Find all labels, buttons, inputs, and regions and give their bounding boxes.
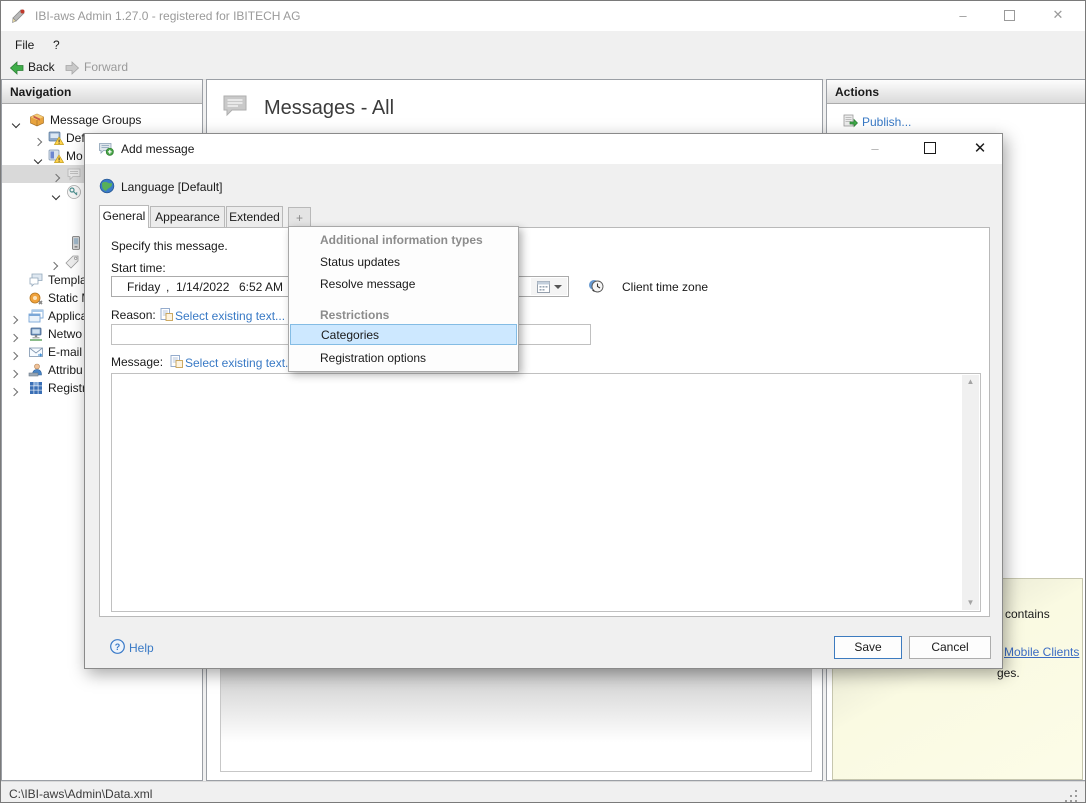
message-textarea[interactable]: ▲ ▼ (111, 373, 981, 612)
reason-label: Reason: (111, 308, 156, 322)
client-time-zone-icon (588, 278, 604, 294)
app-logo-icon (11, 8, 27, 24)
menu-file[interactable]: File (9, 36, 40, 54)
resize-grip[interactable] (1065, 790, 1079, 802)
grid-icon (28, 380, 44, 396)
menu-section-header: Restrictions (320, 308, 389, 322)
windows-icon (28, 308, 44, 324)
select-text-icon (169, 354, 185, 370)
menu-item-status-updates[interactable]: Status updates (320, 255, 400, 269)
publish-icon (842, 113, 858, 129)
dialog-maximize-button[interactable] (913, 135, 947, 161)
tab-general[interactable]: General (99, 205, 149, 228)
menu-help[interactable]: ? (47, 36, 66, 54)
calendar-dropdown-button[interactable] (531, 278, 567, 295)
chevron-right-icon[interactable] (53, 170, 59, 184)
window-titlebar[interactable]: IBI-aws Admin 1.27.0 - registered for IB… (1, 1, 1085, 32)
scroll-down-icon[interactable]: ▼ (967, 596, 975, 610)
message-bubble-icon (66, 166, 82, 182)
toolbar: Back Forward (1, 57, 1085, 80)
person-icon (28, 362, 44, 378)
select-text-icon (159, 307, 175, 323)
start-time-label: Start time: (111, 261, 166, 275)
chevron-right-icon[interactable] (11, 366, 17, 380)
cancel-button[interactable]: Cancel (909, 636, 991, 659)
messages-bubble-icon (221, 92, 249, 120)
templates-icon (28, 272, 44, 288)
client-time-zone-label: Client time zone (622, 280, 708, 294)
instruction-text: Specify this message. (111, 239, 228, 253)
gear-icon (28, 290, 44, 306)
textarea-scrollbar[interactable]: ▲ ▼ (962, 375, 979, 610)
language-globe-icon (99, 178, 115, 194)
note-text-fragment: contains (1005, 607, 1050, 621)
preview-box (220, 668, 812, 772)
chevron-right-icon[interactable] (51, 258, 57, 272)
chevron-right-icon[interactable] (35, 134, 41, 148)
package-icon (29, 112, 45, 128)
chevron-down-icon[interactable] (13, 116, 19, 130)
chevron-right-icon[interactable] (11, 330, 17, 344)
message-label: Message: (111, 355, 163, 369)
tag-icon (64, 254, 80, 270)
dialog-minimize-button[interactable]: – (858, 135, 892, 161)
key-icon (66, 184, 82, 200)
phone-icon (68, 235, 84, 251)
reason-select-existing-link[interactable]: Select existing text... (175, 309, 285, 323)
chevron-right-icon[interactable] (11, 348, 17, 362)
add-message-dialog: Add message – ✕ Language [Default] Gener… (84, 133, 1003, 669)
dialog-title: Add message (121, 142, 194, 156)
chevron-right-icon[interactable] (11, 384, 17, 398)
save-button[interactable]: Save (834, 636, 902, 659)
language-label: Language [Default] (121, 180, 222, 194)
back-button[interactable]: Back (28, 60, 55, 74)
chevron-right-icon[interactable] (11, 312, 17, 326)
publish-link[interactable]: Publish... (862, 115, 911, 129)
help-icon: ? (110, 639, 125, 654)
scroll-up-icon[interactable]: ▲ (967, 375, 975, 389)
app-window: IBI-aws Admin 1.27.0 - registered for IB… (0, 0, 1086, 803)
add-tab-button[interactable]: + (288, 207, 311, 227)
dialog-titlebar[interactable]: Add message – ✕ (85, 134, 1002, 164)
menu-item-categories[interactable]: Categories (290, 324, 517, 345)
svg-text:?: ? (115, 642, 121, 652)
help-link[interactable]: Help (129, 641, 154, 655)
status-path: C:\IBI-aws\Admin\Data.xml (9, 787, 152, 801)
dropdown-arrow-icon (554, 285, 562, 289)
window-minimize-button[interactable]: – (946, 2, 980, 28)
back-arrow-icon (9, 60, 25, 76)
start-date-field[interactable]: Friday , 1/14/2022 6:52 AM (111, 276, 303, 297)
menu-item-registration-options[interactable]: Registration options (320, 351, 426, 365)
actions-header: Actions (827, 80, 1086, 104)
chevron-down-icon[interactable] (53, 188, 59, 202)
add-tab-popup-menu: Additional information types Status upda… (288, 226, 519, 372)
envelope-icon (28, 344, 44, 360)
group-warning2-icon (48, 148, 64, 164)
forward-arrow-icon (64, 60, 80, 76)
menu-section-header: Additional information types (320, 233, 483, 247)
menu-bar: File ? (1, 31, 1085, 57)
mobile-clients-link[interactable]: Mobile Clients (1004, 645, 1079, 659)
window-title: IBI-aws Admin 1.27.0 - registered for IB… (35, 9, 300, 23)
tree-item-message-groups[interactable]: Message Groups (2, 111, 202, 129)
page-title: Messages - All (264, 97, 394, 120)
window-close-button[interactable]: ✕ (1041, 2, 1075, 28)
window-maximize-button[interactable] (992, 2, 1026, 28)
add-message-icon (98, 141, 114, 157)
status-bar: C:\IBI-aws\Admin\Data.xml (1, 781, 1085, 803)
group-warning-icon (48, 130, 64, 146)
menu-item-resolve-message[interactable]: Resolve message (320, 277, 415, 291)
tab-extended[interactable]: Extended (226, 206, 283, 228)
calendar-icon (537, 280, 550, 293)
general-tab-page: Specify this message. Start time: Friday… (99, 227, 990, 617)
navigation-header: Navigation (2, 80, 202, 104)
forward-button[interactable]: Forward (84, 60, 128, 74)
chevron-down-icon[interactable] (35, 152, 41, 166)
tab-appearance[interactable]: Appearance (150, 206, 225, 228)
dialog-close-button[interactable]: ✕ (963, 135, 997, 161)
network-icon (28, 326, 44, 342)
message-select-existing-link[interactable]: Select existing text... (185, 356, 295, 370)
